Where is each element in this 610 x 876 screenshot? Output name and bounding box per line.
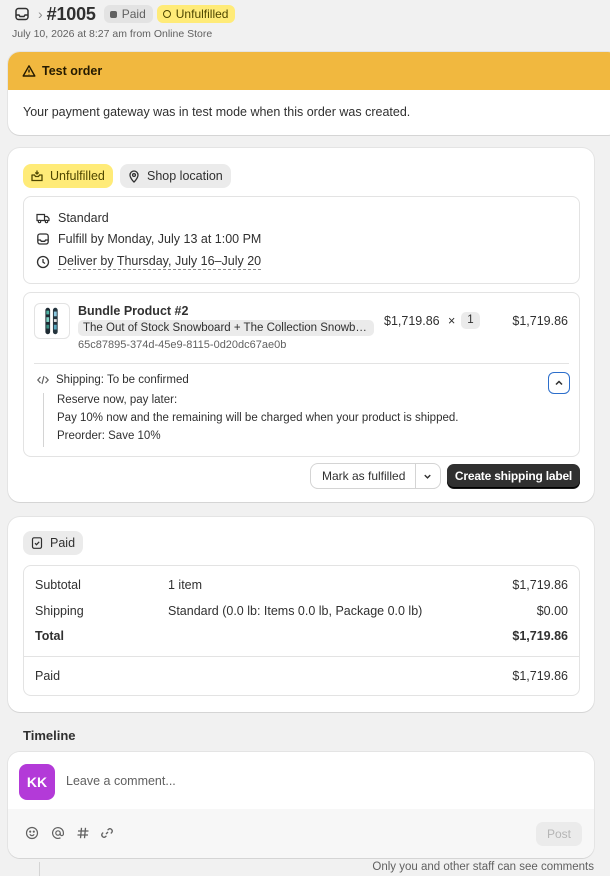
payment-card: Paid Subtotal 1 item $1,719.86 Shipping …	[8, 517, 594, 712]
comment-toolbar	[8, 809, 594, 858]
clock-icon	[36, 255, 50, 269]
chevron-up-icon	[553, 377, 565, 389]
totals-divider	[24, 656, 579, 657]
orders-inbox-icon[interactable]	[14, 6, 30, 22]
receipt-check-icon	[30, 536, 44, 550]
inbox-icon	[36, 232, 50, 246]
order-number: #1005	[46, 3, 96, 24]
location-pin-icon	[127, 169, 141, 183]
item-divider	[34, 363, 569, 364]
avatar: KK	[19, 764, 55, 800]
warning-icon	[22, 64, 36, 78]
preorder-line: Reserve now, pay later:	[57, 394, 178, 406]
payment-totals-box: Subtotal 1 item $1,719.86 Shipping Stand…	[23, 565, 580, 696]
breadcrumb-separator: ›	[38, 6, 43, 22]
preorder-line: Pay 10% now and the remaining will be ch…	[57, 412, 459, 424]
link-icon[interactable]	[100, 826, 114, 840]
test-order-banner: Test order Your payment gateway was in t…	[8, 52, 610, 135]
page-header: › #1005 Paid Unfulfilled	[14, 4, 239, 24]
more-actions-dropdown[interactable]	[415, 464, 439, 488]
collapse-button[interactable]	[548, 372, 570, 394]
timeline-title: Timeline	[23, 728, 76, 743]
unit-price: $1,719.86	[384, 314, 440, 328]
fulfillment-card: Unfulfilled Shop location Standard Fulfi…	[8, 148, 594, 502]
comment-box: KK Leave a comment... Post	[8, 752, 594, 858]
timeline-connector	[39, 862, 40, 876]
quantity-badge: 1	[461, 312, 480, 329]
multiply-sign: ×	[448, 314, 456, 328]
shipping-confirmation: Shipping: To be confirmed	[36, 373, 189, 387]
fulfillment-status-badge: Unfulfilled	[156, 5, 236, 23]
mention-icon[interactable]	[51, 826, 65, 840]
create-shipping-label-button[interactable]: Create shipping label	[447, 464, 580, 488]
post-button[interactable]: Post	[536, 822, 582, 846]
preorder-line: Preorder: Save 10%	[57, 430, 161, 442]
variant-tag: The Out of Stock Snowboard + The Collect…	[78, 320, 374, 336]
product-name[interactable]: Bundle Product #2	[78, 304, 188, 318]
package-icon	[30, 169, 44, 183]
visibility-note: Only you and other staff can see comment…	[372, 861, 594, 873]
chevron-down-icon	[422, 471, 433, 482]
emoji-icon[interactable]	[25, 826, 39, 840]
payment-status-badge: Paid	[103, 5, 153, 23]
truck-icon	[36, 211, 50, 225]
paid-status-pill: Paid	[23, 531, 84, 555]
hashtag-icon[interactable]	[76, 826, 90, 840]
deliver-by-text[interactable]: Deliver by Thursday, July 16–July 20	[58, 254, 262, 270]
product-sku: 65c87895-374d-45e9-8115-0d20dc67ae0b	[78, 339, 287, 351]
order-meta: July 10, 2026 at 8:27 am from Online Sto…	[12, 28, 213, 40]
deliver-by-row: Deliver by Thursday, July 16–July 20	[36, 254, 262, 270]
banner-message: Your payment gateway was in test mode wh…	[23, 105, 411, 119]
preorder-details: Reserve now, pay later: Pay 10% now and …	[43, 393, 458, 447]
shop-location-pill[interactable]: Shop location	[120, 164, 231, 188]
shipping-method-row: Standard	[36, 211, 109, 225]
shipping-details-box: Standard Fulfill by Monday, July 13 at 1…	[23, 196, 580, 284]
comment-input[interactable]: Leave a comment...	[66, 774, 176, 788]
mark-as-fulfilled-button[interactable]: Mark as fulfilled	[311, 464, 440, 488]
product-thumbnail[interactable]	[34, 303, 70, 339]
line-total: $1,719.86	[512, 314, 568, 328]
line-item-box: Bundle Product #2 The Out of Stock Snowb…	[23, 292, 580, 457]
unfulfilled-status-pill: Unfulfilled	[23, 164, 113, 188]
code-icon	[36, 373, 50, 387]
fulfill-by-row: Fulfill by Monday, July 13 at 1:00 PM	[36, 232, 261, 246]
banner-title: Test order	[42, 64, 103, 78]
